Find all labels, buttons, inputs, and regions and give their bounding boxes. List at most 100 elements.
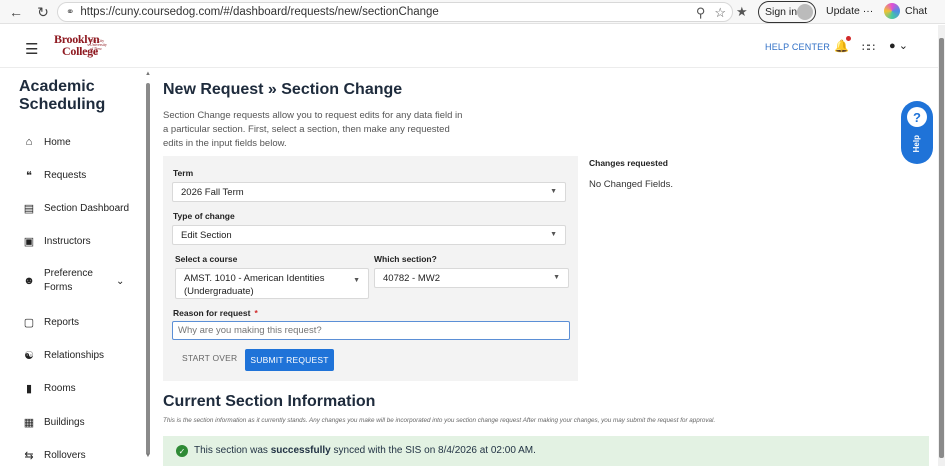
submit-request-button[interactable]: SUBMIT REQUEST: [245, 349, 334, 371]
sidebar-item-label: Rollovers: [44, 449, 86, 461]
sidebar-item-label: Buildings: [44, 416, 85, 428]
update-label: Update: [826, 5, 860, 17]
changes-requested-title: Changes requested: [589, 158, 668, 168]
help-widget[interactable]: ? Help: [901, 101, 933, 164]
browser-toolbar: ← ↻ ⚭ https://cuny.coursedog.com/#/dashb…: [0, 0, 945, 24]
sign-in-label: Sign in: [765, 6, 798, 18]
term-select-value: 2026 Fall Term: [181, 186, 244, 198]
scroll-up-arrow-icon[interactable]: ▲: [145, 71, 151, 77]
reason-input[interactable]: [172, 321, 570, 340]
sidebar-item-rollovers[interactable]: ⇆ Rollovers: [22, 448, 86, 462]
section-select-value: 40782 - MW2: [383, 272, 441, 284]
reason-label-text: Reason for request: [173, 308, 251, 318]
sidebar-item-relationships[interactable]: ☯ Relationships: [22, 348, 104, 362]
caret-down-icon: ▼: [353, 277, 360, 284]
home-icon: ⌂: [25, 136, 33, 148]
success-suffix: synced with the SIS on 8/4/2026 at 02:00…: [333, 445, 536, 456]
sidebar-item-preference-forms[interactable]: ☻ Preference Forms ⌄: [22, 267, 124, 295]
course-label: Select a course: [175, 254, 238, 264]
sign-in-button[interactable]: Sign in: [758, 1, 816, 23]
door-icon: ▮: [25, 382, 33, 395]
chat-label: Chat: [905, 5, 928, 17]
check-circle-icon: ✓: [176, 445, 188, 457]
chevron-down-icon: ⌄: [898, 40, 908, 52]
apps-grid-icon[interactable]: ∷∷: [862, 41, 875, 54]
reason-label: Reason for request *: [173, 308, 258, 318]
notification-dot: [846, 36, 851, 41]
caret-down-icon: ▼: [553, 274, 560, 281]
start-over-button[interactable]: START OVER: [182, 353, 237, 363]
reload-icon[interactable]: ↻: [31, 1, 55, 23]
sidebar-item-label: Relationships: [44, 349, 105, 361]
bell-icon[interactable]: 🔔: [834, 39, 849, 53]
type-of-change-label: Type of change: [173, 211, 235, 221]
current-section-note: This is the section information as it cu…: [163, 417, 716, 424]
page-title: New Request » Section Change: [163, 81, 403, 98]
caret-down-icon: ▼: [550, 188, 557, 195]
favorites-icon[interactable]: ★: [736, 4, 748, 20]
question-icon: ?: [907, 107, 927, 127]
more-icon: ···: [862, 5, 874, 17]
sidebar-item-label: Section Dashboard: [44, 202, 130, 214]
sidebar-item-rooms[interactable]: ▮ Rooms: [22, 381, 76, 395]
address-bar[interactable]: ⚭ https://cuny.coursedog.com/#/dashboard…: [57, 2, 733, 22]
course-select[interactable]: AMST. 1010 - American Identities (Underg…: [175, 268, 369, 299]
sidebar-item-requests[interactable]: ❝ Requests: [22, 168, 86, 182]
sidebar-item-home[interactable]: ⌂ Home: [22, 135, 71, 149]
user-menu-button[interactable]: ● ⌄: [889, 39, 908, 52]
zoom-icon[interactable]: ⚲: [696, 5, 706, 21]
chevron-down-icon[interactable]: ⌄: [116, 276, 124, 287]
brooklyn-college-logo[interactable]: Brooklyn College The City University of …: [54, 33, 114, 61]
section-label: Which section?: [374, 254, 437, 264]
success-prefix: This section was: [194, 445, 268, 456]
site-info-icon[interactable]: ⚭: [66, 7, 74, 18]
chat-button[interactable]: Chat: [884, 3, 927, 19]
sidebar-item-label: Reports: [44, 316, 80, 328]
sidebar-item-instructors[interactable]: ▣ Instructors: [22, 234, 91, 248]
sidebar: Academic Scheduling ⌂ Home ❝ Requests ▤ …: [0, 69, 154, 466]
changes-requested-value: No Changed Fields.: [589, 179, 673, 190]
sidebar-item-reports[interactable]: ▢ Reports: [22, 315, 79, 329]
clipboard-icon: ▤: [23, 202, 35, 215]
inbox-icon: ▢: [23, 316, 35, 329]
sidebar-scrollbar[interactable]: [146, 83, 150, 455]
term-label: Term: [173, 168, 194, 178]
building-icon: ▦: [23, 416, 35, 429]
help-center-link[interactable]: HELP CENTER: [765, 42, 830, 52]
section-select[interactable]: 40782 - MW2 ▼: [374, 268, 569, 288]
url-text: https://cuny.coursedog.com/#/dashboard/r…: [80, 6, 439, 18]
swap-icon: ⇆: [24, 449, 34, 462]
back-arrow-icon[interactable]: ←: [4, 1, 28, 23]
sync-success-text: This section was successfully synced wit…: [194, 445, 536, 456]
sidebar-item-label: Instructors: [44, 235, 91, 247]
term-select[interactable]: 2026 Fall Term ▼: [172, 182, 566, 202]
sidebar-item-label: Requests: [44, 169, 87, 181]
type-of-change-value: Edit Section: [181, 229, 232, 241]
group-icon: ☯: [24, 349, 34, 362]
update-button[interactable]: Update ···: [826, 5, 873, 17]
user-icon: ●: [889, 40, 896, 52]
favorite-star-icon[interactable]: ☆: [714, 5, 726, 21]
required-marker: *: [254, 308, 258, 318]
current-section-title: Current Section Information: [163, 393, 376, 410]
sidebar-item-label: Rooms: [44, 382, 76, 394]
intro-text: Section Change requests allow you to req…: [163, 110, 463, 149]
copilot-icon: [884, 3, 900, 19]
page-scrollbar-thumb[interactable]: [939, 38, 944, 458]
sidebar-item-buildings[interactable]: ▦ Buildings: [22, 415, 85, 429]
help-widget-label: Help: [912, 135, 921, 153]
menu-icon[interactable]: ☰: [25, 40, 38, 58]
quote-icon: ❝: [26, 169, 32, 182]
success-bold: successfully: [270, 445, 331, 456]
avatar-icon: [797, 4, 813, 20]
sidebar-item-label: Home: [44, 136, 71, 148]
sidebar-title: Academic Scheduling: [19, 78, 106, 113]
sidebar-item-section-dashboard[interactable]: ▤ Section Dashboard: [22, 201, 129, 215]
type-of-change-select[interactable]: Edit Section ▼: [172, 225, 566, 245]
caret-down-icon: ▼: [550, 231, 557, 238]
app-header: ☰ Brooklyn College The City University o…: [0, 25, 940, 68]
sidebar-item-label: Preference Forms: [44, 268, 93, 293]
course-select-value: AMST. 1010 - American Identities (Underg…: [184, 273, 325, 297]
scroll-down-arrow-icon[interactable]: ▼: [145, 453, 151, 459]
people-icon: ☻: [23, 275, 35, 287]
